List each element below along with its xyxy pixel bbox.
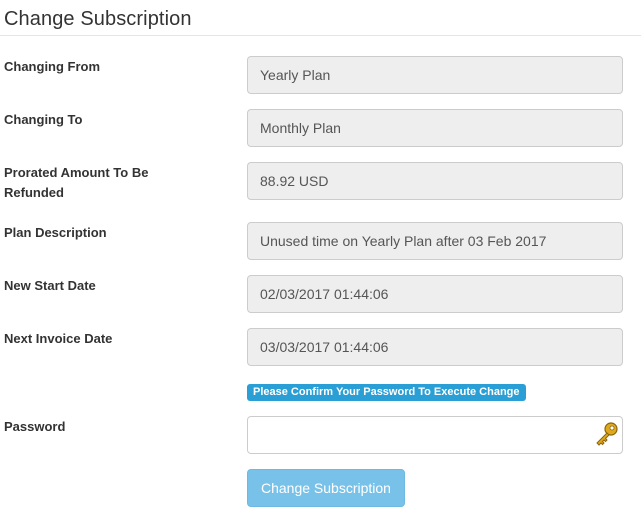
new-start-date-field: 02/03/2017 01:44:06 <box>247 275 623 313</box>
page-title: Change Subscription <box>4 8 192 30</box>
next-invoice-date-label: Next Invoice Date <box>4 331 113 346</box>
change-subscription-button[interactable]: Change Subscription <box>247 469 405 507</box>
changing-to-field: Monthly Plan <box>247 109 623 147</box>
title-divider <box>0 35 641 36</box>
next-invoice-date-field: 03/03/2017 01:44:06 <box>247 328 623 366</box>
changing-to-label: Changing To <box>4 112 83 127</box>
password-label: Password <box>4 419 66 434</box>
prorated-amount-label: Prorated Amount To Be Refunded <box>4 165 149 200</box>
plan-description-field: Unused time on Yearly Plan after 03 Feb … <box>247 222 623 260</box>
key-icon[interactable] <box>592 420 620 448</box>
new-start-date-label: New Start Date <box>4 278 96 293</box>
plan-description-label: Plan Description <box>4 225 107 240</box>
password-hint-badge: Please Confirm Your Password To Execute … <box>247 384 526 401</box>
changing-from-field: Yearly Plan <box>247 56 623 94</box>
password-input[interactable] <box>247 416 623 454</box>
changing-from-label: Changing From <box>4 59 101 74</box>
prorated-amount-field: 88.92 USD <box>247 162 623 200</box>
